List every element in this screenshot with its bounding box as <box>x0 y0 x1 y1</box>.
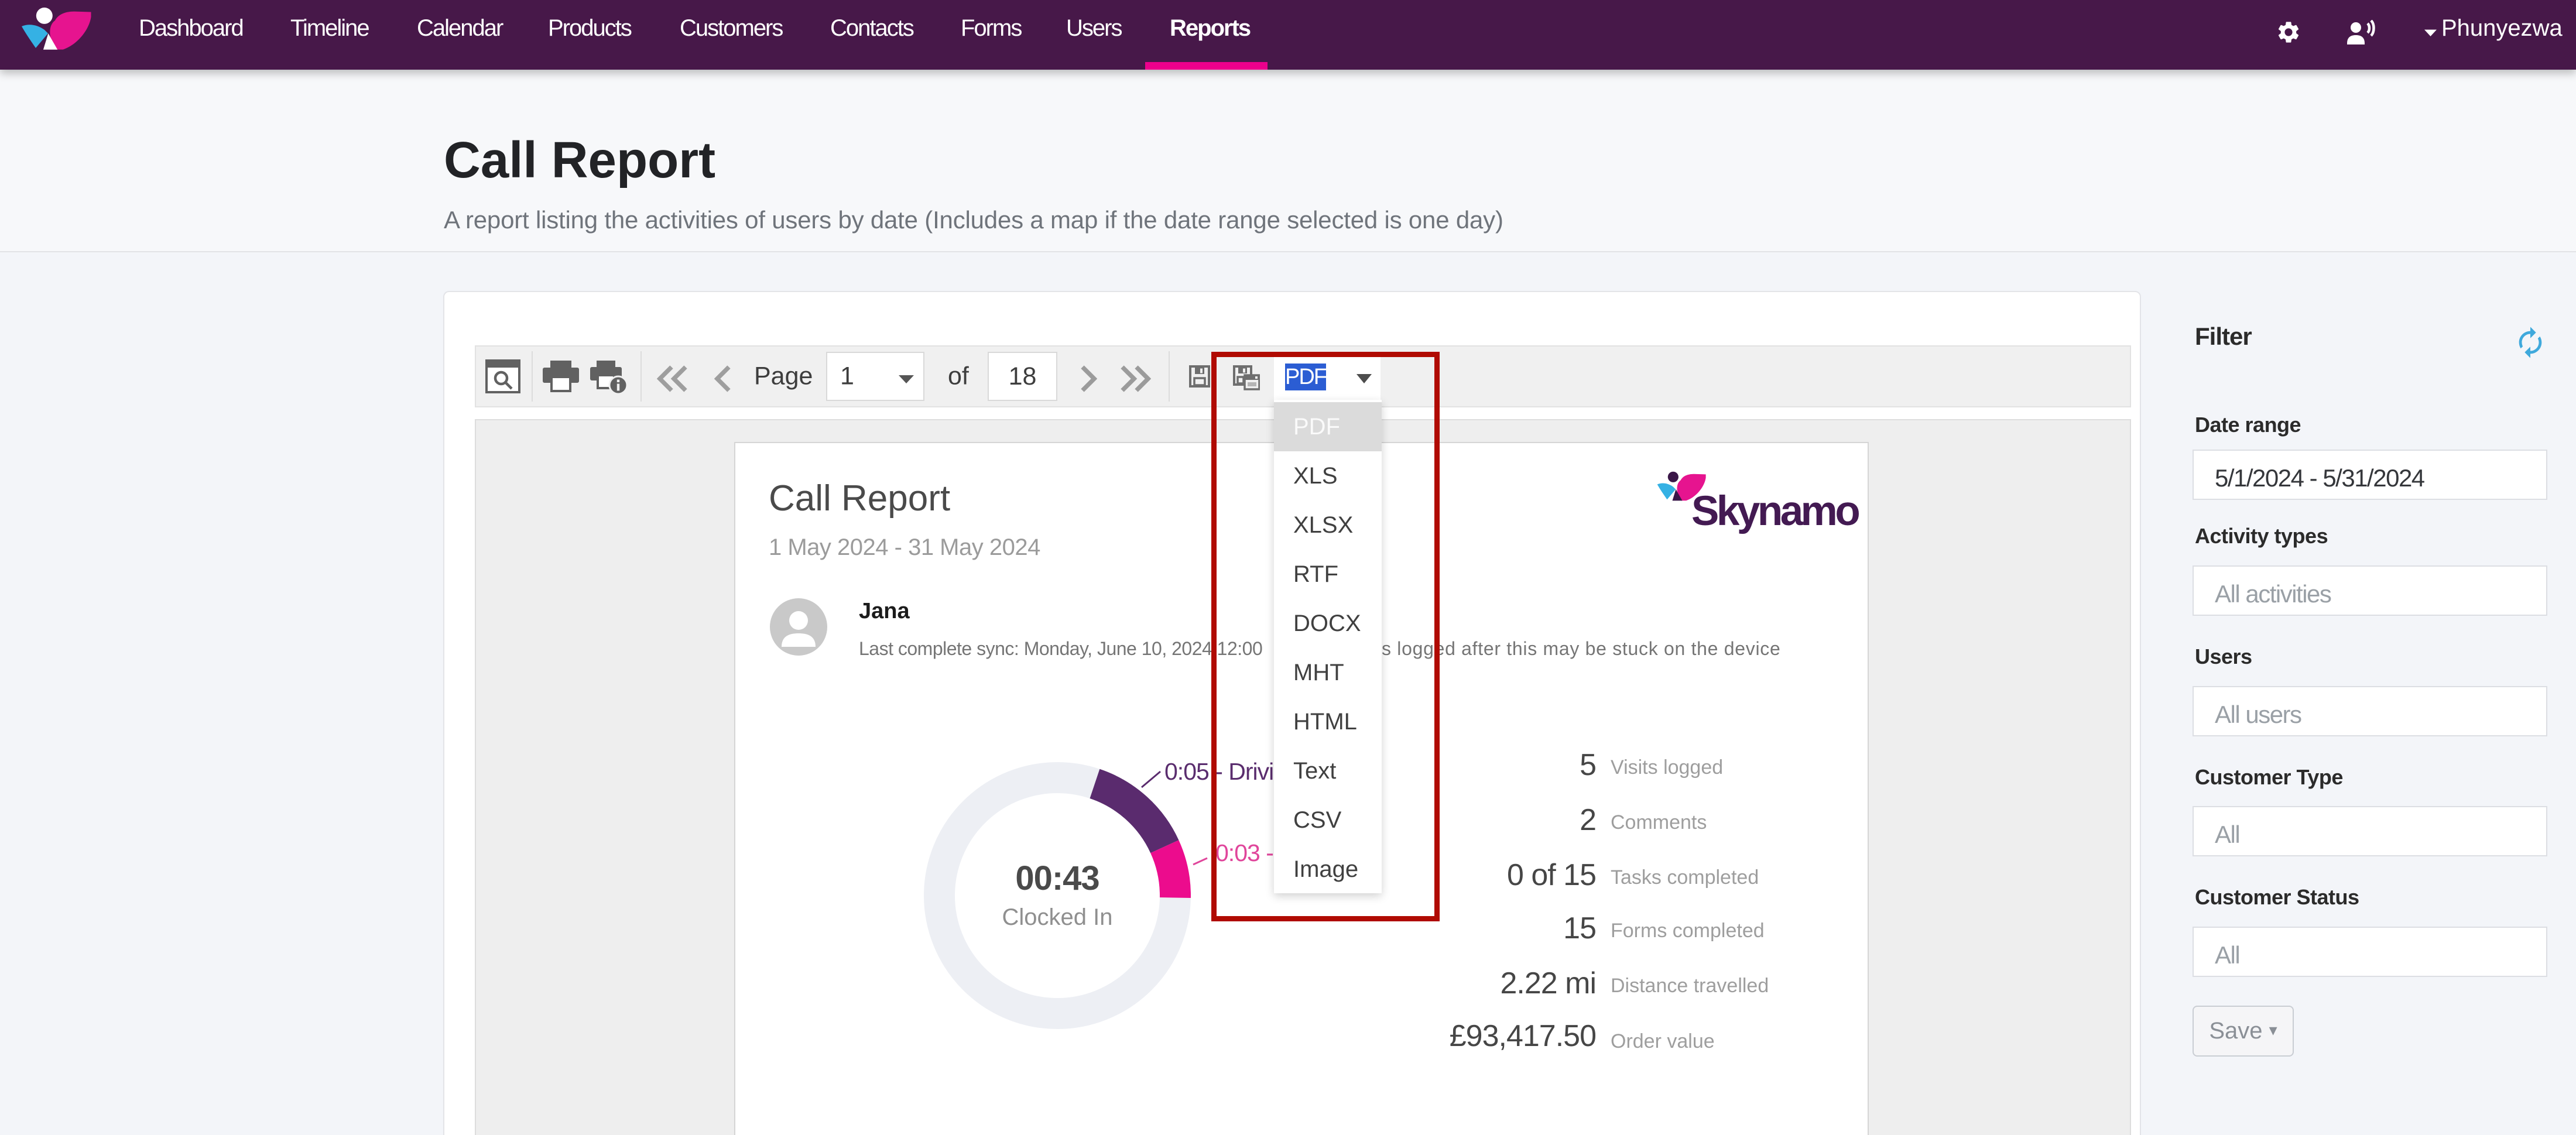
svg-text:Skynamo: Skynamo <box>1691 488 1859 534</box>
